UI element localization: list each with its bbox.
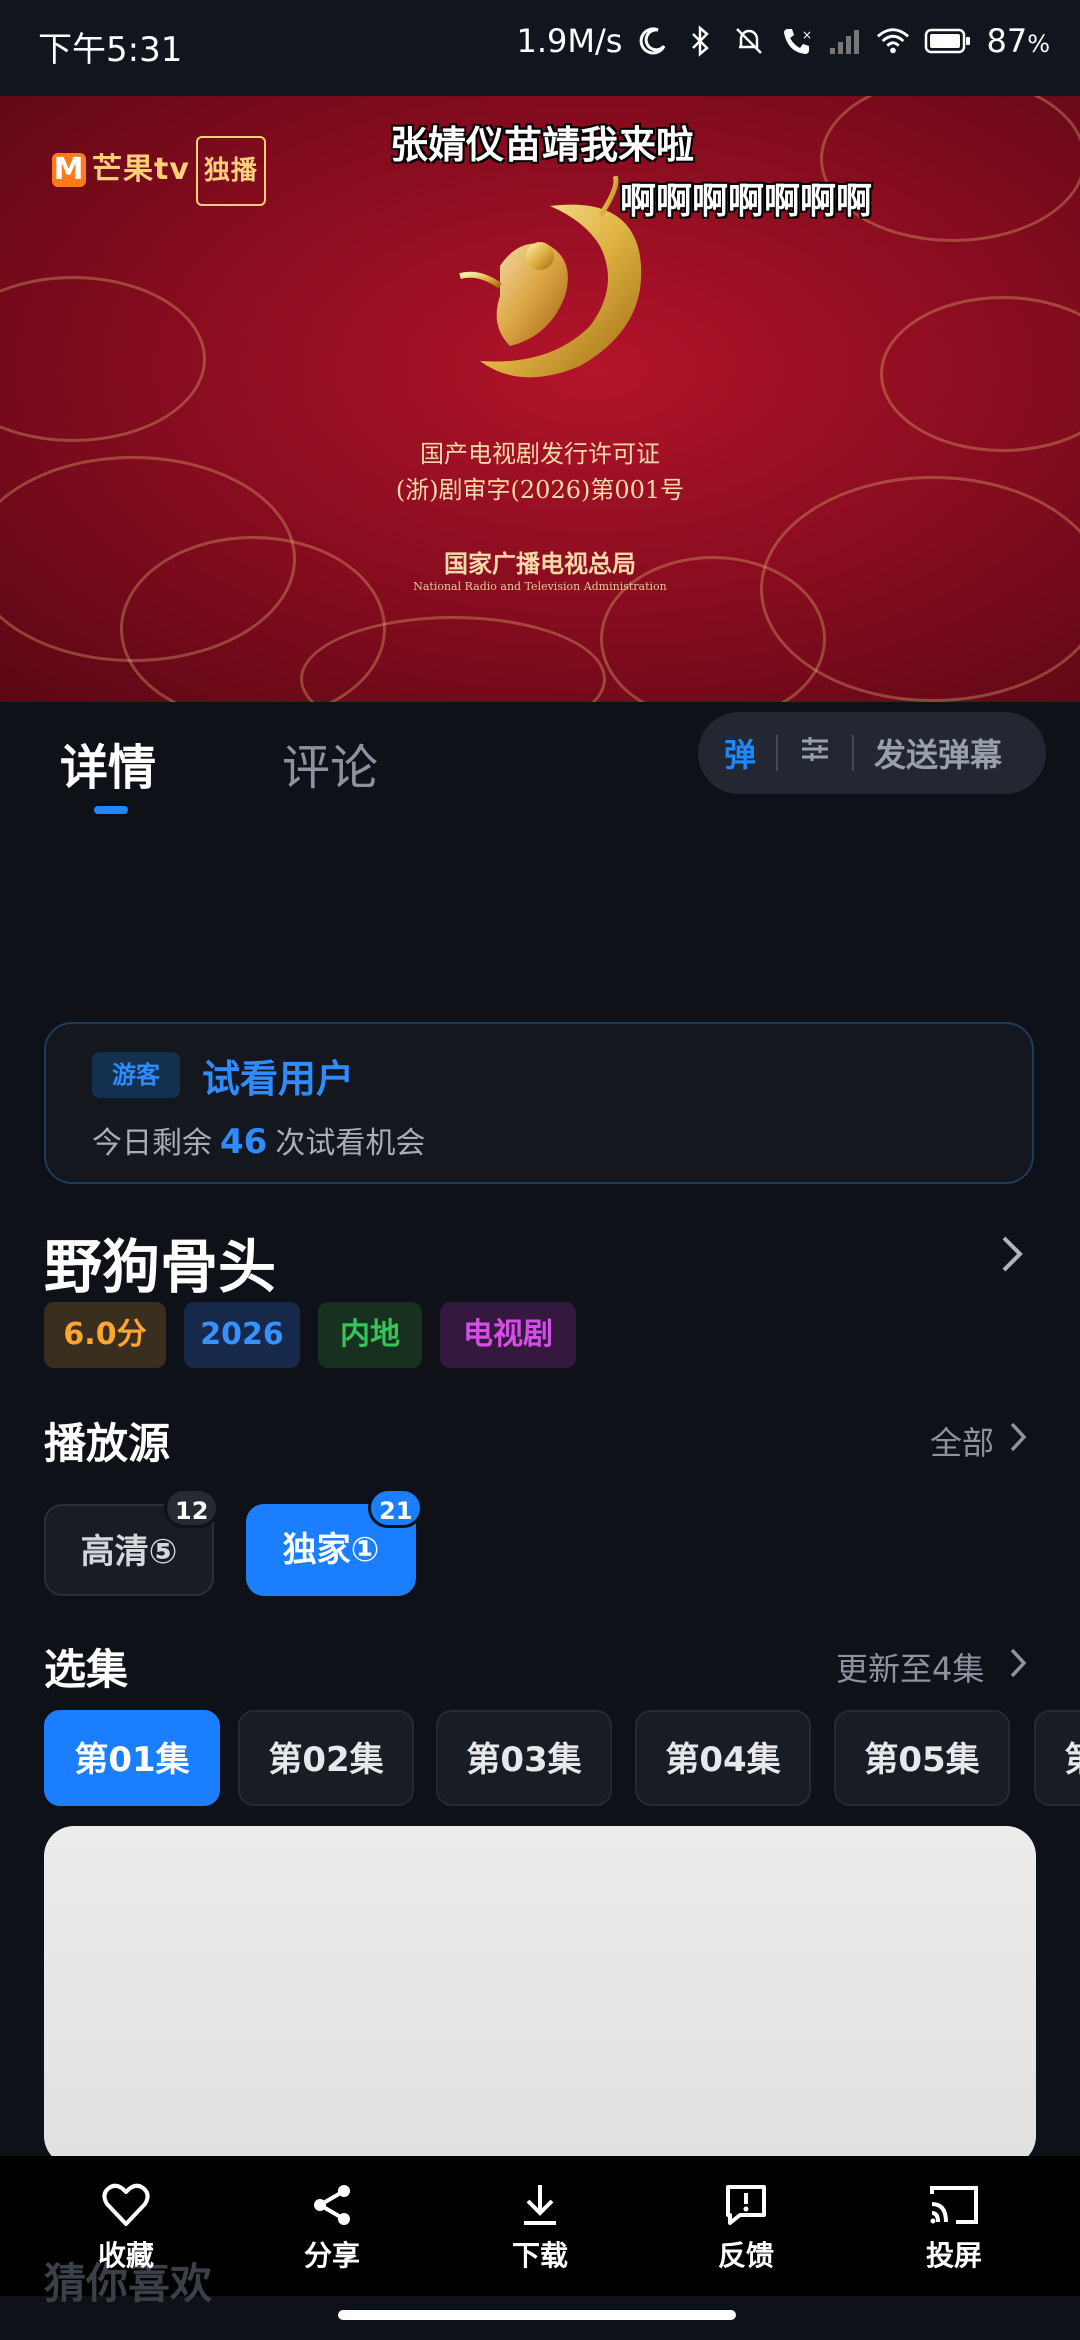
favorite-button[interactable]: 收藏	[56, 2180, 196, 2274]
call-icon: ×	[780, 24, 814, 58]
authority-name: 国家广播电视总局	[444, 549, 636, 578]
danmaku-comment: 张婧仪苗靖我来啦	[390, 123, 695, 167]
signal-icon	[828, 24, 862, 58]
sources-title: 播放源	[44, 1419, 171, 1468]
divider	[852, 735, 855, 771]
chevron-right-icon[interactable]	[1008, 1420, 1028, 1458]
network-speed: 1.9M/s	[516, 22, 623, 60]
danmaku-settings-icon[interactable]	[798, 732, 832, 774]
wifi-icon	[876, 24, 910, 58]
danmaku-bar: 弹 发送弹幕	[698, 712, 1046, 794]
episode-5-button[interactable]: 第05集	[834, 1710, 1010, 1806]
video-player[interactable]: M 芒果tv 独播 张婧仪苗靖我来啦 啊啊啊啊啊啊啊 国产电视剧发行许可证 (浙)剧…	[0, 96, 1080, 702]
feedback-button[interactable]: 反馈	[676, 2180, 816, 2274]
guest-badge: 游客	[92, 1052, 180, 1098]
genre-tag: 电视剧	[440, 1302, 576, 1368]
chevron-right-icon[interactable]	[996, 1232, 1026, 1287]
download-icon	[470, 2180, 610, 2230]
tab-detail[interactable]: 详情	[60, 728, 156, 798]
tab-active-indicator	[94, 806, 128, 814]
license-title: 国产电视剧发行许可证	[420, 440, 660, 468]
episode-1-button[interactable]: 第01集	[44, 1710, 220, 1806]
status-time: 下午5:31	[38, 30, 183, 70]
region-tag: 内地	[318, 1302, 422, 1368]
score-tag: 6.0分	[44, 1302, 166, 1368]
tab-comment[interactable]: 评论	[282, 728, 378, 798]
year-tag: 2026	[184, 1302, 300, 1368]
cast-button[interactable]: 投屏	[884, 2180, 1024, 2274]
battery-icon	[924, 24, 972, 58]
episode-list: 第01集 第02集 第03集 第04集 第05集 第06集	[0, 1700, 1080, 1820]
promo-card[interactable]	[44, 1826, 1036, 2166]
battery-percent: 87%	[986, 22, 1050, 60]
show-title[interactable]: 野狗骨头	[44, 1220, 276, 1304]
status-icons: 1.9M/s × 87%	[517, 22, 1050, 60]
episode-6-button[interactable]: 第06集	[1034, 1710, 1080, 1806]
send-danmaku-button[interactable]: 发送弹幕	[874, 730, 1002, 776]
episodes-update-link[interactable]: 更新至4集	[836, 1644, 984, 1690]
heart-icon	[56, 2180, 196, 2230]
feedback-icon	[676, 2180, 816, 2230]
trial-remaining-count: 46	[220, 1122, 268, 1162]
cast-icon	[884, 2180, 1024, 2230]
mango-tv-logo: M 芒果tv 独播	[52, 136, 266, 206]
moon-icon	[636, 24, 670, 58]
danmaku-toggle-button[interactable]: 弹	[724, 730, 756, 776]
svg-text:×: ×	[802, 28, 812, 42]
guest-title: 试看用户	[202, 1057, 355, 1101]
download-button[interactable]: 下载	[470, 2180, 610, 2274]
sources-all-link[interactable]: 全部	[930, 1418, 994, 1464]
mango-logo-icon: M	[52, 152, 86, 187]
episodes-title: 选集	[44, 1645, 129, 1694]
mute-icon	[732, 24, 766, 58]
bluetooth-icon	[684, 24, 718, 58]
source-count-badge: 12	[164, 1488, 220, 1528]
divider	[776, 735, 779, 771]
share-icon	[262, 2180, 402, 2230]
home-indicator[interactable]	[338, 2310, 736, 2320]
source-count-badge: 21	[368, 1488, 424, 1528]
episode-2-button[interactable]: 第02集	[238, 1710, 414, 1806]
license-number: (浙)剧审字(2026)第001号	[395, 476, 685, 504]
trial-remaining-text: 今日剩余 46 次试看机会	[92, 1122, 426, 1162]
episode-3-button[interactable]: 第03集	[436, 1710, 612, 1806]
authority-name-en: National Radio and Television Administra…	[413, 580, 667, 593]
episode-4-button[interactable]: 第04集	[635, 1710, 811, 1806]
chevron-right-icon[interactable]	[1008, 1646, 1028, 1684]
danmaku-comment: 啊啊啊啊啊啊啊	[620, 181, 873, 222]
share-button[interactable]: 分享	[262, 2180, 402, 2274]
